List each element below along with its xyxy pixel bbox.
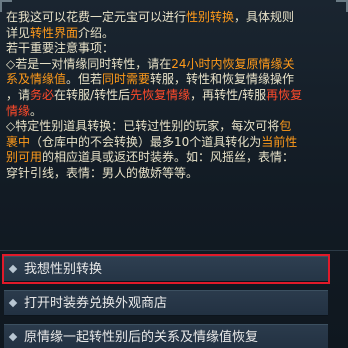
gender-change-ui-keyword: 转性界面 <box>30 25 79 40</box>
npc-dialog-text: 在我这可以花费一定元宝可以进行性别转换，具体规则 详见转性界面介绍。 若干重要注… <box>6 10 342 182</box>
option-open-fashion-shop[interactable]: 打开时装券兑换外观商店 <box>4 290 328 316</box>
option-label: 我想性别转换 <box>24 262 103 277</box>
npc-dialog-window: 在我这可以花费一定元宝可以进行性别转换，具体规则 详见转性界面介绍。 若干重要注… <box>0 0 348 348</box>
option-label: 打开时装券兑换外观商店 <box>24 296 168 311</box>
dialog-divider <box>0 250 348 251</box>
diamond-bullet-icon <box>8 298 18 308</box>
diamond-bullet-icon <box>8 332 18 342</box>
notes-heading: 若干重要注意事项： <box>6 41 115 56</box>
intro-paragraph: 在我这可以花费一定元宝可以进行性别转换，具体规则 详见转性界面介绍。 <box>6 10 295 40</box>
gender-change-keyword: 性别转换 <box>186 10 235 24</box>
rule-couple-change: ◇若是一对情缘同时转性，请在24小时内恢复原情缘关 系及情缘值。但若同时需要转服… <box>6 56 303 118</box>
diamond-bullet-icon <box>8 264 18 274</box>
option-label: 原情缘一起转性别后的关系及情缘值恢复 <box>24 330 259 345</box>
option-restore-couple-relationship[interactable]: 原情缘一起转性别后的关系及情缘值恢复 <box>4 324 328 348</box>
rule-item-conversion: ◇特定性别道具转换：已转过性别的玩家，每次可将包 裹中（仓库中的不会转换）最多1… <box>6 119 298 180</box>
dialog-options-list: 我想性别转换 打开时装券兑换外观商店 原情缘一起转性别后的关系及情缘值恢复 <box>0 254 348 348</box>
option-gender-change[interactable]: 我想性别转换 <box>2 254 330 284</box>
